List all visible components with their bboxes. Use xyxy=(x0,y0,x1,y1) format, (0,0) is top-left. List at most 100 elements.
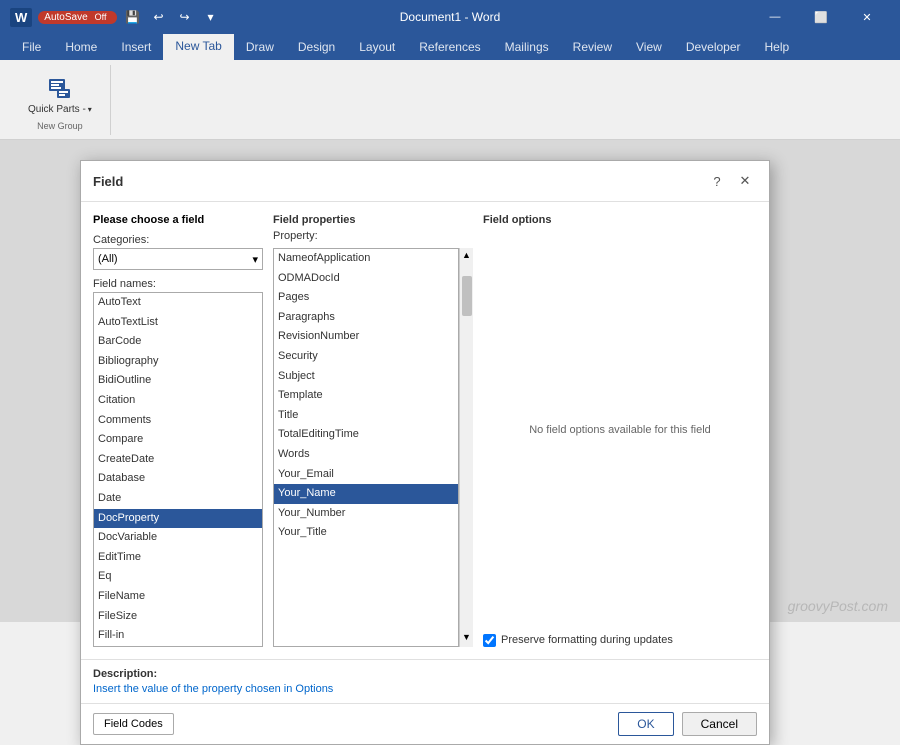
panel-mid: Field properties Property: NameofApplica… xyxy=(273,214,473,647)
tab-references[interactable]: References xyxy=(407,34,492,60)
preserve-check-container: Preserve formatting during updates xyxy=(483,634,757,647)
property-list-item[interactable]: Your_Email xyxy=(274,465,458,485)
quickparts-label: Quick Parts - ▾ xyxy=(28,104,92,116)
ribbon-tabs: File Home Insert New Tab Draw Design Lay… xyxy=(0,34,900,60)
footer-right: OK Cancel xyxy=(618,712,757,736)
dialog-help-button[interactable]: ? xyxy=(705,169,729,193)
property-list[interactable]: NameofApplicationODMADocIdPagesParagraph… xyxy=(273,248,459,647)
property-list-item[interactable]: Pages xyxy=(274,288,458,308)
ribbon-group-label: New Group xyxy=(37,121,83,131)
property-list-item[interactable]: Security xyxy=(274,347,458,367)
categories-dropdown-icon: ▾ xyxy=(252,253,258,266)
cancel-button[interactable]: Cancel xyxy=(682,712,757,736)
property-list-item[interactable]: Your_Title xyxy=(274,523,458,543)
dialog-controls: ? ✕ xyxy=(705,169,757,193)
scroll-thumb xyxy=(462,276,472,316)
field-names-item[interactable]: FileSize xyxy=(94,607,262,627)
panel-left: Please choose a field Categories: (All) … xyxy=(93,214,263,647)
property-list-item[interactable]: Your_Number xyxy=(274,504,458,524)
tab-help[interactable]: Help xyxy=(753,34,802,60)
autosave-toggle[interactable]: AutoSave Off xyxy=(38,11,116,24)
customize-icon[interactable]: ▾ xyxy=(201,7,221,27)
field-names-item[interactable]: Date xyxy=(94,489,262,509)
choose-field-label: Please choose a field xyxy=(93,214,263,226)
tab-design[interactable]: Design xyxy=(286,34,347,60)
property-list-item[interactable]: Subject xyxy=(274,367,458,387)
close-button[interactable]: ✕ xyxy=(844,0,890,34)
preserve-label: Preserve formatting during updates xyxy=(501,634,673,646)
field-names-label: Field names: xyxy=(93,278,263,290)
tab-draw[interactable]: Draw xyxy=(234,34,286,60)
field-names-item[interactable]: Comments xyxy=(94,411,262,431)
field-names-item[interactable]: Bibliography xyxy=(94,352,262,372)
quickparts-button[interactable]: Quick Parts - ▾ xyxy=(20,69,100,119)
property-list-item[interactable]: Title xyxy=(274,406,458,426)
property-list-item[interactable]: Words xyxy=(274,445,458,465)
scroll-down-button[interactable]: ▼ xyxy=(460,630,474,644)
field-names-item[interactable]: Compare xyxy=(94,430,262,450)
field-names-item[interactable]: BarCode xyxy=(94,332,262,352)
field-names-item[interactable]: AutoText xyxy=(94,293,262,313)
footer-left: Field Codes xyxy=(93,713,174,735)
dialog-close-button[interactable]: ✕ xyxy=(733,169,757,193)
tab-review[interactable]: Review xyxy=(561,34,624,60)
field-names-item[interactable]: BidiOutline xyxy=(94,371,262,391)
field-names-item[interactable]: Database xyxy=(94,469,262,489)
field-names-list[interactable]: AutoTextAutoTextListBarCodeBibliographyB… xyxy=(93,292,263,647)
field-names-item[interactable]: EditTime xyxy=(94,548,262,568)
tab-file[interactable]: File xyxy=(10,34,53,60)
word-logo-icon: W xyxy=(10,8,32,27)
main-area: Field ? ✕ Please choose a field Categori… xyxy=(0,140,900,622)
field-names-item[interactable]: DocProperty xyxy=(94,509,262,529)
dialog-footer: Field Codes OK Cancel xyxy=(81,703,769,744)
categories-select[interactable]: (All) ▾ xyxy=(93,248,263,270)
tab-insert[interactable]: Insert xyxy=(109,34,163,60)
dialog-titlebar: Field ? ✕ xyxy=(81,161,769,202)
ribbon-content: Quick Parts - ▾ New Group xyxy=(0,60,900,140)
restore-button[interactable]: ⬜ xyxy=(798,0,844,34)
field-names-item[interactable]: Fill-in xyxy=(94,626,262,646)
property-list-item[interactable]: Your_Name xyxy=(274,484,458,504)
tab-newtab[interactable]: New Tab xyxy=(163,34,233,60)
tab-view[interactable]: View xyxy=(624,34,674,60)
title-bar-left: W AutoSave Off 💾 ↩ ↪ ▾ xyxy=(10,7,221,27)
field-names-item[interactable]: FileName xyxy=(94,587,262,607)
field-codes-button[interactable]: Field Codes xyxy=(93,713,174,735)
no-options-text: No field options available for this fiel… xyxy=(529,424,711,436)
property-list-item[interactable]: ODMADocId xyxy=(274,269,458,289)
save-icon[interactable]: 💾 xyxy=(123,7,143,27)
property-list-item[interactable]: TotalEditingTime xyxy=(274,425,458,445)
field-dialog: Field ? ✕ Please choose a field Categori… xyxy=(80,160,770,745)
description-text: Insert the value of the property chosen … xyxy=(93,683,757,695)
redo-icon[interactable]: ↪ xyxy=(175,7,195,27)
property-list-item[interactable]: RevisionNumber xyxy=(274,327,458,347)
field-names-item[interactable]: Citation xyxy=(94,391,262,411)
tab-home[interactable]: Home xyxy=(53,34,109,60)
undo-icon[interactable]: ↩ xyxy=(149,7,169,27)
minimize-button[interactable]: — xyxy=(752,0,798,34)
description-area: Description: Insert the value of the pro… xyxy=(81,659,769,703)
scroll-up-button[interactable]: ▲ xyxy=(460,248,474,262)
ribbon-group-quickparts: Quick Parts - ▾ New Group xyxy=(10,65,111,135)
tab-developer[interactable]: Developer xyxy=(674,34,753,60)
dialog-body: Please choose a field Categories: (All) … xyxy=(81,202,769,659)
autosave-state: Off xyxy=(91,12,111,22)
field-names-item[interactable]: AutoTextList xyxy=(94,313,262,333)
categories-value: (All) xyxy=(98,253,118,265)
dialog-title: Field xyxy=(93,174,123,189)
quickparts-icon xyxy=(44,72,76,104)
property-list-item[interactable]: NameofApplication xyxy=(274,249,458,269)
panel-right: Field options No field options available… xyxy=(483,214,757,647)
preserve-checkbox[interactable] xyxy=(483,634,496,647)
ok-button[interactable]: OK xyxy=(618,712,673,736)
tab-layout[interactable]: Layout xyxy=(347,34,407,60)
property-list-item[interactable]: Paragraphs xyxy=(274,308,458,328)
field-names-item[interactable]: CreateDate xyxy=(94,450,262,470)
tab-mailings[interactable]: Mailings xyxy=(493,34,561,60)
field-names-item[interactable]: Eq xyxy=(94,567,262,587)
property-scrollbar[interactable]: ▲ ▼ xyxy=(459,248,473,647)
property-list-item[interactable]: Template xyxy=(274,386,458,406)
field-names-item[interactable]: DocVariable xyxy=(94,528,262,548)
title-bar: W AutoSave Off 💾 ↩ ↪ ▾ Document1 - Word … xyxy=(0,0,900,34)
categories-label: Categories: xyxy=(93,234,263,246)
